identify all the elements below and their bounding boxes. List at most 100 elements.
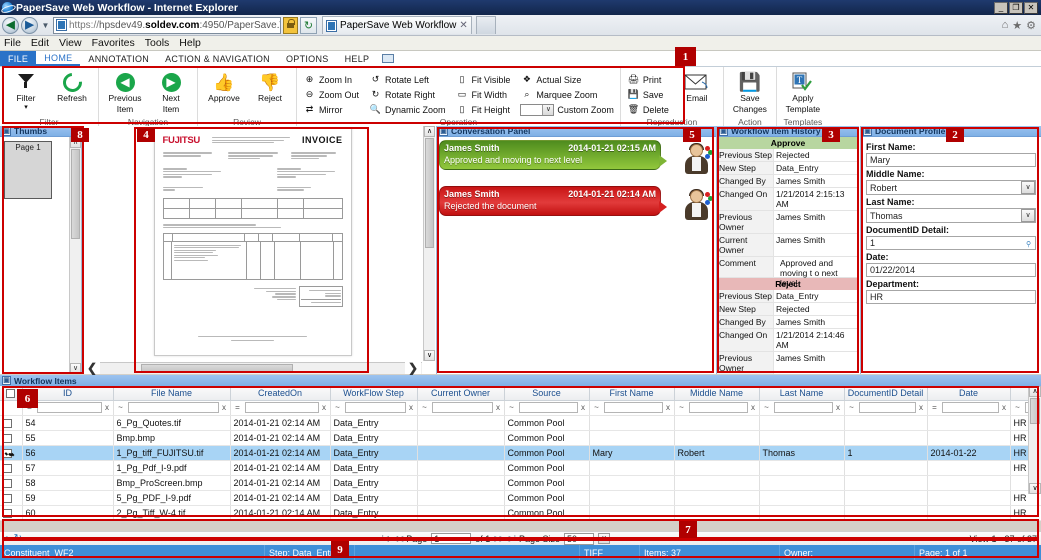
filter-clear-icon[interactable]: x bbox=[104, 403, 111, 412]
delete-button[interactable]: 🗑 Delete bbox=[627, 103, 669, 116]
filter-cell-first-name[interactable]: ~ x bbox=[589, 400, 675, 416]
column-header-first-name[interactable]: First Name bbox=[589, 386, 675, 401]
thumbs-scrollbar[interactable]: ∧ ∨ bbox=[69, 137, 81, 374]
department-field[interactable]: HR bbox=[866, 290, 1036, 304]
filter-clear-icon[interactable]: x bbox=[580, 403, 587, 412]
refresh-icon[interactable]: ↻ bbox=[14, 533, 22, 544]
filter-cell-workflow-step[interactable]: ~ x bbox=[330, 400, 418, 416]
refresh-button[interactable]: ↻ bbox=[300, 16, 317, 34]
tab-annotation[interactable]: ANNOTATION bbox=[80, 51, 157, 66]
apply-template-button[interactable]: T Apply Template bbox=[781, 70, 825, 114]
ribbon-minimize-icon[interactable] bbox=[377, 51, 399, 66]
filter-cell-file-name[interactable]: ~ x bbox=[113, 400, 231, 416]
filter-cell-createdon[interactable]: = x bbox=[230, 400, 331, 416]
filter-cell-source[interactable]: ~ x bbox=[504, 400, 590, 416]
filter-op-icon[interactable]: ~ bbox=[847, 403, 857, 412]
filter-input-middle-name[interactable] bbox=[688, 402, 748, 413]
table-row[interactable]: 55 Bmp.bmp 2014-01-21 02:14 AM Data_Entry Co… bbox=[0, 430, 1041, 446]
menu-item-tools[interactable]: Tools bbox=[145, 37, 170, 49]
table-row[interactable]: 59 5_Pg_PDF_I-9.pdf 2014-01-21 02:14 AM Dat… bbox=[0, 490, 1041, 506]
filter-clear-icon[interactable]: x bbox=[835, 403, 842, 412]
next-page-button[interactable]: ❯ bbox=[405, 361, 421, 375]
row-checkbox-cell[interactable] bbox=[0, 430, 23, 446]
refresh-button[interactable]: Refresh bbox=[50, 68, 94, 104]
scroll-thumb[interactable] bbox=[1030, 398, 1040, 424]
column-header-middle-name[interactable]: Middle Name bbox=[674, 386, 760, 401]
filter-clear-icon[interactable]: x bbox=[665, 403, 672, 412]
mirror-button[interactable]: ⇄ Mirror bbox=[303, 103, 359, 116]
documentid-detail-field[interactable]: 1 ⌕ bbox=[866, 236, 1036, 250]
filter-input-workflow-step[interactable] bbox=[344, 402, 406, 413]
filter-input-current-owner[interactable] bbox=[431, 402, 493, 413]
browser-tab[interactable]: PaperSave Web Workflow ✕ bbox=[322, 16, 472, 34]
page-size-select[interactable]: 50 bbox=[564, 532, 595, 545]
scroll-thumb[interactable] bbox=[425, 138, 434, 248]
filter-op-icon[interactable]: ~ bbox=[762, 403, 772, 412]
new-tab-button[interactable] bbox=[475, 16, 496, 34]
row-checkbox[interactable] bbox=[3, 493, 12, 503]
search-icon[interactable]: ⌕ bbox=[4, 533, 10, 544]
maximize-button[interactable]: ❐ bbox=[1009, 1, 1023, 14]
marquee-zoom-button[interactable]: ⌕ Marquee Zoom bbox=[520, 88, 614, 101]
grid-vertical-scrollbar[interactable]: ∧ ∨ bbox=[1028, 386, 1041, 494]
save-changes-button[interactable]: 💾 Save Changes bbox=[728, 70, 772, 114]
scroll-thumb[interactable] bbox=[141, 364, 293, 373]
viewer-vertical-scrollbar[interactable]: ∧ ∨ bbox=[423, 126, 435, 361]
filter-clear-icon[interactable]: x bbox=[408, 403, 415, 412]
table-row[interactable]: 58 Bmp_ProScreen.bmp 2014-01-21 02:14 AM Da… bbox=[0, 475, 1041, 491]
filter-cell-middle-name[interactable]: ~ x bbox=[674, 400, 760, 416]
previous-item-button[interactable]: ◀ Previous Item bbox=[103, 70, 147, 114]
filter-op-icon[interactable]: = bbox=[233, 403, 243, 412]
fit-visible-button[interactable]: ▯ Fit Visible bbox=[456, 73, 511, 86]
filter-op-icon[interactable]: ~ bbox=[116, 403, 126, 412]
menu-item-help[interactable]: Help bbox=[179, 37, 201, 49]
email-button[interactable]: Email bbox=[675, 70, 719, 104]
previous-page-icon[interactable]: ◀◀ bbox=[392, 534, 403, 543]
filter-op-icon[interactable]: ~ bbox=[677, 403, 687, 412]
row-checkbox[interactable] bbox=[3, 418, 12, 428]
forward-button[interactable]: ▶ bbox=[21, 16, 38, 34]
column-header-workflow-step[interactable]: WorkFlow Step bbox=[330, 386, 418, 401]
row-checkbox[interactable] bbox=[3, 508, 12, 518]
filter-input-file-name[interactable] bbox=[127, 402, 219, 413]
page-number-input[interactable]: 1 bbox=[431, 533, 472, 544]
last-name-select[interactable]: Thomas ∨ bbox=[866, 208, 1036, 223]
filter-cell-documentid-detail[interactable]: ~ x bbox=[844, 400, 928, 416]
fit-height-button[interactable]: ▯ Fit Height bbox=[456, 103, 511, 116]
filter-input-source[interactable] bbox=[518, 402, 578, 413]
chevron-down-icon[interactable]: ∨ bbox=[598, 533, 611, 544]
scroll-down-icon[interactable]: ∨ bbox=[1029, 483, 1041, 494]
dynamic-zoom-button[interactable]: 🔍 Dynamic Zoom bbox=[369, 103, 446, 116]
filter-op-icon[interactable]: = bbox=[930, 403, 940, 412]
column-header-last-name[interactable]: Last Name bbox=[759, 386, 845, 401]
filter-clear-icon[interactable]: x bbox=[750, 403, 757, 412]
row-checkbox-checked[interactable] bbox=[3, 448, 12, 458]
column-header-source[interactable]: Source bbox=[504, 386, 590, 401]
viewer-canvas[interactable]: FUJITSU INVOICE bbox=[83, 126, 422, 361]
panel-pin-icon[interactable]: ▣ bbox=[719, 126, 728, 136]
back-button[interactable]: ◀ bbox=[2, 16, 19, 34]
select-all-checkbox[interactable] bbox=[6, 388, 16, 398]
previous-page-button[interactable]: ❮ bbox=[84, 361, 100, 375]
table-row[interactable]: 54 6_Pg_Quotes.tif 2014-01-21 02:14 AM Data… bbox=[0, 415, 1041, 431]
close-button[interactable]: ✕ bbox=[1024, 1, 1038, 14]
column-header-file-name[interactable]: File Name bbox=[113, 386, 231, 401]
recent-pages-caret-icon[interactable]: ▼ bbox=[40, 21, 51, 30]
filter-button[interactable]: Filter ▾ bbox=[4, 70, 48, 111]
filter-clear-icon[interactable]: x bbox=[1001, 403, 1008, 412]
search-icon[interactable]: ⌕ bbox=[1022, 236, 1036, 250]
scroll-down-icon[interactable]: ∨ bbox=[424, 350, 435, 361]
filter-cell-last-name[interactable]: ~ x bbox=[759, 400, 845, 416]
next-item-button[interactable]: ▶ Next Item bbox=[149, 70, 193, 114]
scroll-thumb[interactable] bbox=[71, 149, 80, 239]
table-row[interactable]: 57 1_Pg_Pdf_I-9.pdf 2014-01-21 02:14 AM Dat… bbox=[0, 460, 1041, 476]
filter-input-documentid-detail[interactable] bbox=[858, 402, 916, 413]
panel-pin-icon[interactable]: ▣ bbox=[439, 126, 448, 136]
filter-input-createdon[interactable] bbox=[244, 402, 319, 413]
row-checkbox-cell[interactable] bbox=[0, 475, 23, 491]
minimize-button[interactable]: _ bbox=[994, 1, 1008, 14]
filter-op-icon[interactable]: ~ bbox=[592, 403, 602, 412]
filter-clear-icon[interactable]: x bbox=[495, 403, 502, 412]
message-bubble-reject[interactable]: James Smith 2014-01-21 02:14 AM Rejected… bbox=[439, 186, 667, 216]
table-row[interactable]: 60 2_Pg_Tiff_W-4.tif 2014-01-21 02:14 AM Da… bbox=[0, 505, 1041, 521]
